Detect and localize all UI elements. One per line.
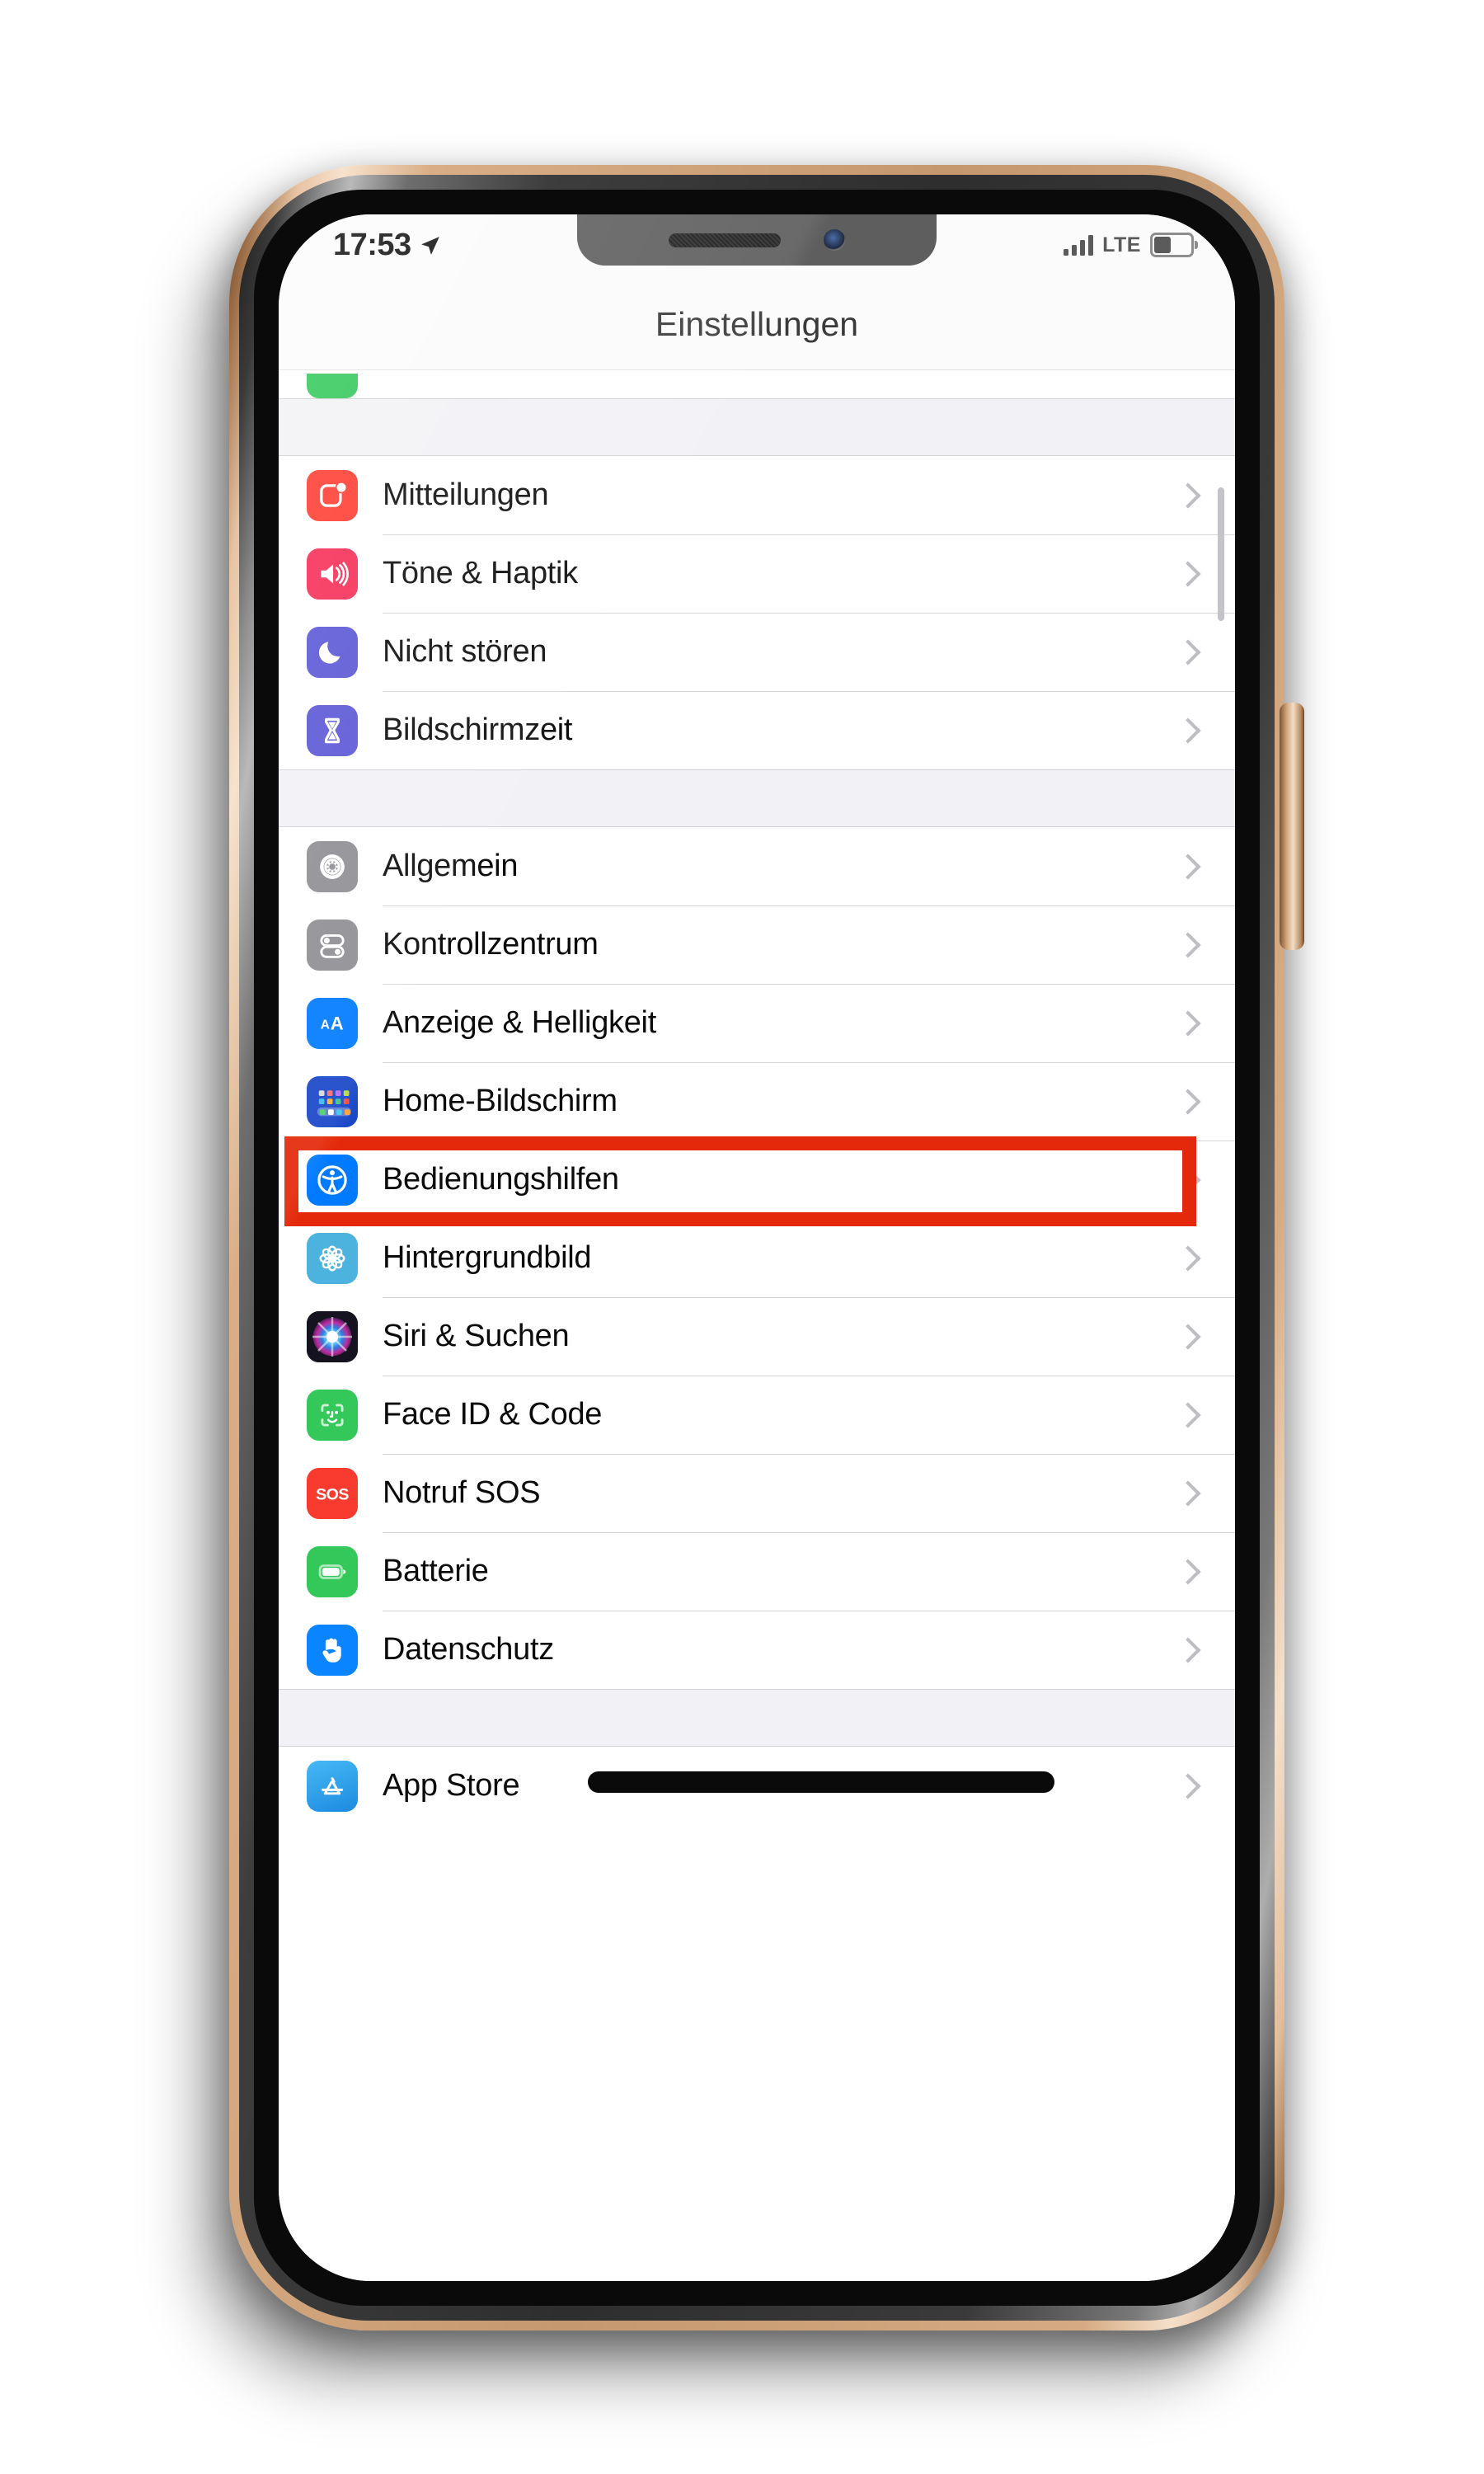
status-bar-clock: 17:53: [333, 228, 411, 262]
scroll-indicator[interactable]: [1218, 487, 1224, 621]
list-item-label: Bedienungshilfen: [383, 1162, 619, 1197]
list-item-nicht-stoeren[interactable]: Nicht stören: [279, 613, 1235, 691]
svg-text:SOS: SOS: [316, 1485, 349, 1503]
cellular-signal-icon: [1064, 234, 1094, 256]
list-item-label: Kontrollzentrum: [383, 927, 599, 962]
accessibility-icon: [307, 1154, 358, 1206]
settings-group-notifications: Mitteilungen Töne & Haptik Nicht stören …: [279, 456, 1235, 769]
list-item-kontrollzentrum[interactable]: Kontrollzentrum: [279, 905, 1235, 984]
list-item-anzeige-helligkeit[interactable]: A A Anzeige & Helligkeit: [279, 984, 1235, 1062]
chevron-right-icon: [1175, 931, 1201, 958]
list-item-label: Siri & Suchen: [383, 1319, 570, 1353]
chevron-right-icon: [1175, 1636, 1201, 1663]
chevron-right-icon: [1175, 1401, 1201, 1428]
list-item-bildschirmzeit[interactable]: Bildschirmzeit: [279, 691, 1235, 769]
carrier-tech-label: LTE: [1102, 233, 1141, 256]
svg-text:A: A: [321, 1018, 330, 1032]
status-bar-right: LTE: [1064, 233, 1198, 257]
list-item-hintergrundbild[interactable]: Hintergrundbild: [279, 1219, 1235, 1297]
chevron-right-icon: [1175, 717, 1201, 744]
list-item-label: Datenschutz: [383, 1632, 554, 1667]
earpiece-speaker-icon: [669, 233, 781, 247]
status-bar-left: 17:53: [333, 228, 441, 263]
list-item-batterie[interactable]: Batterie: [279, 1532, 1235, 1611]
display-brightness-icon: A A: [307, 997, 358, 1049]
gear-icon: [307, 840, 358, 892]
chevron-right-icon: [1175, 1088, 1201, 1115]
chevron-right-icon: [1175, 1772, 1201, 1799]
location-arrow-icon: [420, 235, 441, 256]
screen-time-icon: [307, 704, 358, 756]
phone-screen: 17:53 LTE Einstellungen Mitteilungen Tön…: [279, 214, 1235, 2281]
section-gap: [279, 1689, 1235, 1747]
wallpaper-icon: [307, 1232, 358, 1284]
section-gap: [279, 769, 1235, 827]
chevron-right-icon: [1175, 1479, 1201, 1507]
list-item-label: Nicht stören: [383, 634, 547, 669]
list-item-label: Bildschirmzeit: [383, 713, 573, 747]
page-title: Einstellungen: [655, 304, 859, 343]
chevron-right-icon: [1175, 638, 1201, 666]
chevron-right-icon: [1175, 1558, 1201, 1585]
settings-group-store: App Store: [279, 1747, 1235, 1825]
list-item-siri-suchen[interactable]: Siri & Suchen: [279, 1297, 1235, 1376]
phone-green-icon: [307, 374, 358, 398]
list-item-label: Mitteilungen: [383, 477, 549, 512]
front-camera-icon: [824, 229, 845, 251]
list-item-partial-top[interactable]: [279, 370, 1235, 398]
chevron-right-icon: [1175, 1244, 1201, 1272]
list-item-toene-haptik[interactable]: Töne & Haptik: [279, 534, 1235, 613]
privacy-hand-icon: [307, 1624, 358, 1676]
power-button[interactable]: [1280, 703, 1304, 950]
list-item-label: Face ID & Code: [383, 1397, 603, 1432]
list-item-mitteilungen[interactable]: Mitteilungen: [279, 456, 1235, 534]
app-store-icon: [307, 1760, 358, 1812]
home-screen-icon: [307, 1075, 358, 1127]
sounds-haptics-icon: [307, 548, 358, 600]
list-item-face-id-code[interactable]: Face ID & Code: [279, 1376, 1235, 1454]
control-center-icon: [307, 919, 358, 971]
list-item-allgemein[interactable]: Allgemein: [279, 827, 1235, 905]
list-item-label: Hintergrundbild: [383, 1240, 592, 1275]
chevron-right-icon: [1175, 1009, 1201, 1037]
battery-icon: [1150, 233, 1198, 257]
device-glass: 17:53 LTE Einstellungen Mitteilungen Tön…: [254, 190, 1260, 2306]
list-item-datenschutz[interactable]: Datenschutz: [279, 1611, 1235, 1689]
list-item-label: Anzeige & Helligkeit: [383, 1005, 656, 1040]
device-notch: [577, 214, 937, 266]
chevron-right-icon: [1175, 1323, 1201, 1350]
notifications-icon: [307, 469, 358, 521]
chevron-right-icon: [1175, 853, 1201, 880]
chevron-right-icon: [1175, 560, 1201, 587]
do-not-disturb-icon: [307, 626, 358, 678]
list-item-notruf-sos[interactable]: SOS Notruf SOS: [279, 1454, 1235, 1532]
iphone-device-frame: 17:53 LTE Einstellungen Mitteilungen Tön…: [229, 165, 1304, 2331]
list-item-label: Töne & Haptik: [383, 556, 578, 590]
face-id-icon: [307, 1389, 358, 1441]
battery-settings-icon: [307, 1545, 358, 1597]
redaction-bar: [588, 1771, 1054, 1793]
list-item-bedienungshilfen[interactable]: Bedienungshilfen: [279, 1141, 1235, 1219]
list-item-home-bildschirm[interactable]: Home-Bildschirm: [279, 1062, 1235, 1141]
list-item-label: Allgemein: [383, 849, 519, 883]
list-item-label: Notruf SOS: [383, 1475, 541, 1510]
list-item-label: Home-Bildschirm: [383, 1084, 618, 1118]
siri-icon: [307, 1310, 358, 1362]
settings-group-general: Allgemein Kontrollzentrum A A Anzeige & …: [279, 827, 1235, 1689]
chevron-right-icon: [1175, 1166, 1201, 1193]
chevron-right-icon: [1175, 482, 1201, 509]
section-gap: [279, 398, 1235, 456]
sos-icon: SOS: [307, 1467, 358, 1519]
list-item-label: Batterie: [383, 1554, 489, 1588]
svg-text:A: A: [331, 1013, 344, 1033]
settings-list[interactable]: Mitteilungen Töne & Haptik Nicht stören …: [279, 370, 1235, 2281]
nav-bar: Einstellungen: [279, 279, 1235, 370]
